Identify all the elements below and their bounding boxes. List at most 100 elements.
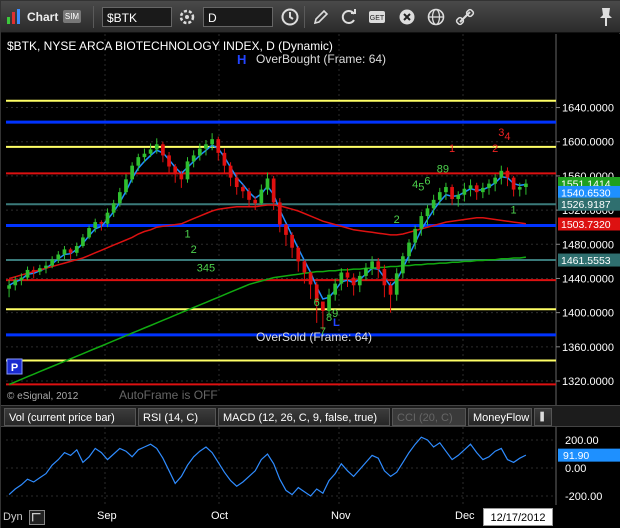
candle-body[interactable] bbox=[25, 269, 30, 278]
candle-body[interactable] bbox=[259, 189, 264, 204]
candle-body[interactable] bbox=[364, 268, 368, 276]
candle-body[interactable] bbox=[357, 275, 362, 286]
candle-body[interactable] bbox=[345, 272, 350, 278]
candle-body[interactable] bbox=[204, 144, 208, 149]
candle-body[interactable] bbox=[419, 216, 424, 229]
candle-body[interactable] bbox=[517, 187, 522, 190]
candle-body[interactable] bbox=[394, 273, 399, 295]
tab-cci[interactable]: CCI (20, C) bbox=[392, 408, 466, 426]
candle-body[interactable] bbox=[431, 199, 436, 209]
candle-body[interactable] bbox=[425, 208, 430, 217]
tab-macd[interactable]: MACD (12, 26, C, 9, false, true) bbox=[218, 408, 390, 426]
candle-body[interactable] bbox=[296, 247, 301, 262]
tab-scroll-button[interactable] bbox=[534, 408, 552, 426]
candle-body[interactable] bbox=[247, 191, 251, 200]
candle-body[interactable] bbox=[253, 199, 258, 204]
candle-body[interactable] bbox=[524, 183, 528, 188]
candle-body[interactable] bbox=[7, 285, 11, 289]
candle-body[interactable] bbox=[407, 242, 411, 257]
candle-body[interactable] bbox=[68, 249, 73, 253]
candle-body[interactable] bbox=[99, 222, 104, 224]
close-circle-icon[interactable] bbox=[397, 7, 417, 27]
link-settings-icon[interactable] bbox=[177, 7, 197, 27]
candle-body[interactable] bbox=[382, 269, 387, 286]
candle-body[interactable] bbox=[111, 203, 116, 213]
link-chain-icon[interactable] bbox=[455, 7, 475, 27]
candle-body[interactable] bbox=[290, 234, 294, 248]
candle-body[interactable] bbox=[505, 170, 510, 178]
quote-icon[interactable]: GET bbox=[367, 7, 387, 27]
p-button[interactable]: P bbox=[6, 358, 23, 375]
candle-body[interactable] bbox=[321, 301, 325, 311]
candle-body[interactable] bbox=[56, 254, 61, 260]
candle-body[interactable] bbox=[333, 283, 338, 295]
candle-body[interactable] bbox=[284, 224, 288, 235]
candle-body[interactable] bbox=[62, 249, 67, 255]
candle-body[interactable] bbox=[376, 261, 381, 270]
candle-body[interactable] bbox=[493, 177, 498, 184]
candle-body[interactable] bbox=[351, 277, 356, 286]
candle-body[interactable] bbox=[210, 139, 214, 145]
pin-icon[interactable] bbox=[597, 6, 615, 28]
tab-rsi[interactable]: RSI (14, C) bbox=[138, 408, 216, 426]
candle-body[interactable] bbox=[265, 178, 270, 190]
candle-body[interactable] bbox=[74, 245, 79, 253]
candle-body[interactable] bbox=[185, 161, 190, 180]
candle-body[interactable] bbox=[105, 212, 110, 224]
candle-body[interactable] bbox=[173, 166, 178, 175]
candle-body[interactable] bbox=[87, 228, 91, 238]
candle-body[interactable] bbox=[277, 202, 282, 225]
cci-panel[interactable]: 200.00 0.00 -200.00 91.90 bbox=[1, 427, 620, 505]
candle-body[interactable] bbox=[388, 285, 393, 295]
candle-body[interactable] bbox=[154, 144, 159, 150]
clock-icon[interactable] bbox=[280, 7, 300, 27]
candle-body[interactable] bbox=[179, 174, 184, 180]
globe-icon[interactable] bbox=[426, 7, 446, 27]
candle-body[interactable] bbox=[197, 148, 202, 156]
candle-body[interactable] bbox=[271, 178, 276, 203]
candle-body[interactable] bbox=[44, 265, 48, 269]
pencil-icon[interactable] bbox=[311, 7, 331, 27]
candle-body[interactable] bbox=[327, 294, 331, 311]
candle-body[interactable] bbox=[444, 187, 448, 193]
mode-toggle-button[interactable] bbox=[29, 510, 45, 525]
tab-volume[interactable]: Vol (current price bar) bbox=[4, 408, 136, 426]
candle-body[interactable] bbox=[456, 194, 461, 199]
candle-body[interactable] bbox=[161, 144, 165, 156]
candle-body[interactable] bbox=[370, 261, 374, 269]
candle-body[interactable] bbox=[308, 272, 313, 285]
candle-body[interactable] bbox=[339, 272, 344, 284]
candle-body[interactable] bbox=[487, 183, 491, 188]
candle-body[interactable] bbox=[462, 188, 467, 195]
candle-body[interactable] bbox=[241, 187, 245, 192]
candle-body[interactable] bbox=[450, 187, 454, 199]
candle-body[interactable] bbox=[191, 155, 196, 162]
candle-body[interactable] bbox=[413, 228, 418, 243]
candle-body[interactable] bbox=[130, 165, 134, 180]
symbol-input[interactable]: $BTK bbox=[102, 7, 172, 27]
candle-body[interactable] bbox=[228, 165, 233, 178]
candle-body[interactable] bbox=[499, 170, 504, 178]
candle-body[interactable] bbox=[93, 222, 98, 229]
candle-body[interactable] bbox=[142, 153, 147, 158]
price-chart[interactable]: 123 4 5678 924 5 68 911 23 4 1320.00001360.00001… bbox=[1, 34, 620, 405]
candle-body[interactable] bbox=[216, 139, 221, 153]
candle-body[interactable] bbox=[511, 177, 516, 190]
candle-body[interactable] bbox=[481, 187, 485, 193]
candle-body[interactable] bbox=[401, 256, 405, 274]
candle-body[interactable] bbox=[148, 149, 153, 154]
candle-body[interactable] bbox=[468, 185, 473, 189]
interval-input[interactable]: D bbox=[203, 7, 273, 27]
candle-body[interactable] bbox=[50, 259, 54, 266]
candle-body[interactable] bbox=[302, 261, 307, 273]
candle-body[interactable] bbox=[117, 192, 122, 204]
candle-body[interactable] bbox=[222, 152, 227, 166]
candle-body[interactable] bbox=[124, 179, 128, 193]
candle-body[interactable] bbox=[13, 280, 18, 286]
candle-body[interactable] bbox=[37, 268, 42, 272]
candle-body[interactable] bbox=[19, 277, 24, 281]
candle-body[interactable] bbox=[474, 185, 479, 193]
tab-moneyflow[interactable]: MoneyFlow bbox=[468, 408, 532, 426]
candle-body[interactable] bbox=[136, 157, 141, 166]
refresh-icon[interactable] bbox=[339, 7, 359, 27]
